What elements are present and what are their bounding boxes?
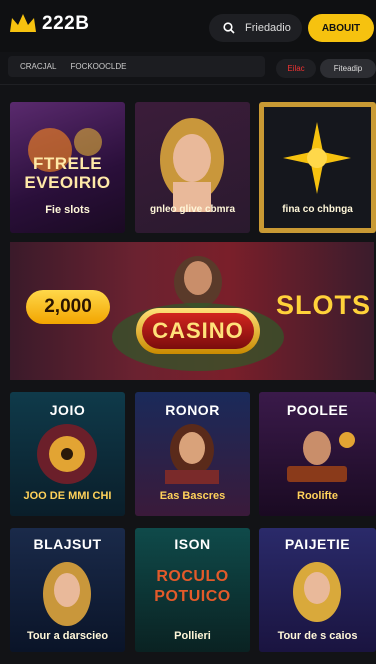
game-tile-5[interactable]: RONOR Eas Bascres (135, 392, 250, 516)
tile-title: ISON (174, 536, 211, 552)
search-input[interactable]: Friedadio (209, 14, 302, 42)
casino-hero-banner[interactable]: 2,000 CASINO SLOTS (10, 242, 374, 380)
tile-label: fina co chbnga (282, 204, 353, 215)
crown-icon (10, 14, 36, 32)
tile-label: Pollieri (174, 630, 211, 642)
bonus-amount-badge: 2,000 (26, 290, 110, 324)
tile-title: BLAJSUT (33, 536, 102, 552)
search-placeholder: Friedadio (245, 22, 291, 34)
tile-title: RONOR (165, 402, 220, 418)
filter-chip-2[interactable]: Fiteadip (320, 59, 376, 78)
tile-label: Tour a darscieo (26, 630, 109, 642)
game-tile-8[interactable]: ISON ROCULO POTUICO Pollieri (135, 528, 250, 652)
filter-chip-1[interactable]: Eilac (276, 59, 316, 78)
category-bar: CRACJAL FOCKOOCLDE (8, 56, 265, 77)
tile-title: JOIO (49, 402, 86, 418)
logo[interactable]: 222B (8, 12, 89, 36)
tile-label: JOO DE MMI CHI (23, 490, 112, 502)
game-tile-9[interactable]: PAIJETIE Tour de s caios (259, 528, 376, 652)
game-tile-4[interactable]: JOIO JOO DE MMI CHI (10, 392, 125, 516)
game-tile-3[interactable]: fina co chbnga (259, 102, 376, 233)
divider (0, 84, 376, 85)
tile-label: Tour de s caios (277, 630, 358, 642)
logo-text: 222B (42, 13, 90, 34)
casino-logo-text: CASINO (142, 313, 254, 349)
slots-text: SLOTS (276, 290, 372, 320)
tile-label: gnleo glive cbmra (149, 204, 236, 215)
tile-label: Eas Bascres (159, 490, 226, 502)
tile-art-text-2: POTUICO (154, 588, 231, 605)
about-button[interactable]: ABOUIT (308, 14, 374, 42)
top-header: 222B Friedadio ABOUIT (0, 0, 376, 52)
tile-title: PAIJETIE (284, 536, 351, 552)
casino-logo: CASINO (136, 308, 260, 354)
tile-art-text-1: ROCULO (156, 568, 229, 585)
tile-label: Fie slots (45, 204, 90, 216)
search-icon (223, 22, 235, 34)
category-item-2[interactable]: FOCKOOCLDE (70, 62, 126, 71)
game-tile-1[interactable]: FTRELE EVEOIRIO Fie slots (10, 102, 125, 233)
tile-title: POOLEE (286, 402, 349, 418)
category-item-1[interactable]: CRACJAL (20, 62, 56, 71)
game-tile-7[interactable]: BLAJSUT Tour a darscieo (10, 528, 125, 652)
tile-title: FTRELE EVEOIRIO (24, 154, 111, 192)
game-tile-2[interactable]: gnleo glive cbmra (135, 102, 250, 233)
game-tile-6[interactable]: POOLEE Roolifte (259, 392, 376, 516)
tile-label: Roolifte (297, 490, 338, 502)
